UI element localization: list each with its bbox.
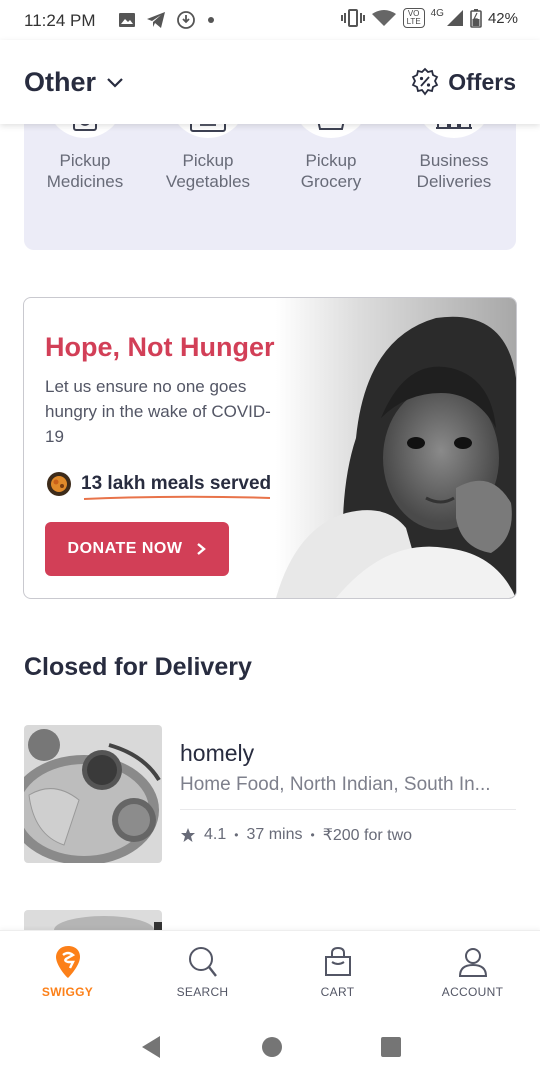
swiggy-logo-icon xyxy=(55,946,80,978)
battery-icon xyxy=(470,9,482,28)
meals-count: 13 lakh meals served xyxy=(81,473,272,494)
meals-underline xyxy=(83,495,271,500)
nav-label: CART xyxy=(320,985,355,999)
nav-cart[interactable]: CART xyxy=(270,931,405,1014)
donation-description: Let us ensure no one goes hungry in the … xyxy=(45,377,271,446)
genie-label: Pickup Grocery xyxy=(281,150,381,192)
genie-label: Business Deliveries xyxy=(404,150,504,192)
signal-icon xyxy=(446,10,463,26)
battery-level: 42% xyxy=(487,9,518,27)
download-icon xyxy=(177,11,195,29)
restaurant-image xyxy=(24,725,162,863)
restaurant-time: 37 mins xyxy=(246,826,303,843)
genie-label: Pickup Medicines xyxy=(35,150,135,192)
donate-now-button[interactable]: DONATE NOW xyxy=(45,522,229,576)
genie-label-line1: Pickup xyxy=(182,151,234,170)
volte-label: VO LTE xyxy=(402,8,425,28)
nav-label: ACCOUNT xyxy=(441,985,504,999)
recents-icon[interactable] xyxy=(380,1036,402,1058)
restaurant-cuisine: Home Food, North Indian, South In... xyxy=(180,774,491,795)
donate-now-label: DONATE NOW xyxy=(67,540,183,557)
status-right: VO LTE 4G 42% xyxy=(340,7,518,28)
restaurant-meta: 4.1 • 37 mins • ₹200 for two xyxy=(180,825,412,845)
telegram-icon xyxy=(147,12,165,28)
gallery-icon xyxy=(119,13,135,27)
restaurant-price: ₹200 for two xyxy=(322,827,413,844)
genie-label-line1: Pickup xyxy=(305,151,357,170)
system-navigation-bar xyxy=(0,1014,540,1080)
separator-dot: • xyxy=(234,828,239,842)
donation-banner[interactable]: Hope, Not Hunger Let us ensure no one go… xyxy=(23,297,517,599)
star-icon xyxy=(181,828,195,842)
separator-dot: • xyxy=(310,828,315,842)
notification-icons xyxy=(118,10,216,30)
account-icon xyxy=(458,948,487,977)
vibrate-icon xyxy=(340,9,365,27)
home-icon[interactable] xyxy=(260,1035,284,1059)
location-selector[interactable]: Other xyxy=(24,67,124,98)
bottom-navigation: SWIGGY SEARCH CART ACCOUNT xyxy=(0,930,540,1014)
wifi-icon xyxy=(371,10,396,27)
restaurant-rating: 4.1 xyxy=(204,826,227,843)
dot-icon xyxy=(208,17,214,23)
nav-search[interactable]: SEARCH xyxy=(135,931,270,1014)
genie-label: Pickup Vegetables xyxy=(158,150,258,192)
genie-label-line1: Pickup xyxy=(59,151,111,170)
section-title: Closed for Delivery xyxy=(24,653,252,681)
genie-label-line2: Deliveries xyxy=(416,172,492,191)
app-header: Other Offers xyxy=(0,40,540,124)
nav-account[interactable]: ACCOUNT xyxy=(405,931,540,1014)
genie-label-line2: Grocery xyxy=(300,172,362,191)
discount-badge-icon xyxy=(412,67,439,96)
genie-label-line2: Medicines xyxy=(46,172,124,191)
chevron-right-icon xyxy=(197,543,207,555)
offers-button[interactable]: Offers xyxy=(410,67,516,97)
restaurant-card[interactable]: homely Home Food, North Indian, South In… xyxy=(24,725,516,865)
search-icon xyxy=(188,947,217,977)
restaurant-card-partial[interactable] xyxy=(24,910,162,930)
cart-bag-icon xyxy=(324,946,351,976)
child-photo xyxy=(276,298,516,598)
back-icon[interactable] xyxy=(138,1034,164,1060)
divider xyxy=(180,809,516,810)
restaurant-image-partial xyxy=(24,910,162,930)
status-bar: 11:24 PM VO LTE 4G 42% xyxy=(0,0,540,40)
genie-label-line1: Business xyxy=(419,151,489,170)
meal-plate-icon xyxy=(47,472,71,496)
donation-title: Hope, Not Hunger xyxy=(45,332,275,362)
nav-swiggy[interactable]: SWIGGY xyxy=(0,931,135,1014)
chevron-down-icon xyxy=(107,77,123,88)
network-label: 4G xyxy=(430,7,444,19)
genie-label-line2: Vegetables xyxy=(165,172,251,191)
location-label: Other xyxy=(24,67,97,97)
food-thali-image xyxy=(24,725,162,863)
status-time: 11:24 PM xyxy=(24,11,96,30)
nav-label: SEARCH xyxy=(176,985,229,999)
nav-label: SWIGGY xyxy=(41,985,94,999)
offers-label: Offers xyxy=(448,68,516,95)
restaurant-name: homely xyxy=(180,740,255,766)
